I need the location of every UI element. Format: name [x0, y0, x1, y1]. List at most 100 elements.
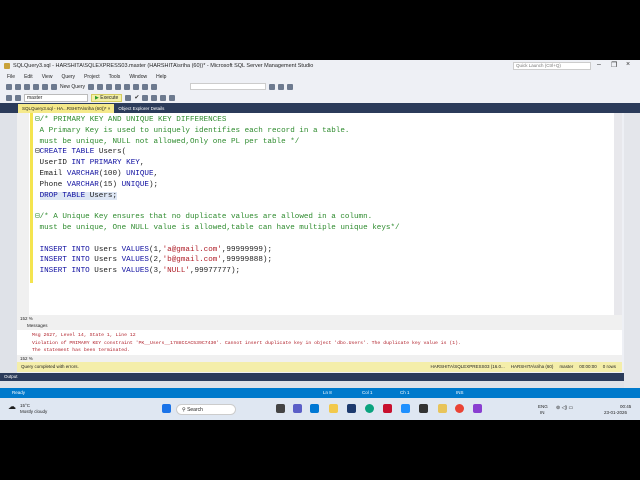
- sql-editor-toolbar: master ▶ Execute ✔: [0, 92, 640, 103]
- menu-file[interactable]: File: [7, 74, 15, 80]
- app-icon[interactable]: [473, 404, 482, 413]
- windows-taskbar: ☁ 15°C Mostly cloudy ⚲ Search ENG IN ⊚ ◁…: [0, 398, 640, 420]
- query-icon[interactable]: [106, 83, 113, 90]
- output-panel: Output: [0, 373, 624, 388]
- mcafee-icon[interactable]: [383, 404, 392, 413]
- parse-check-icon[interactable]: ✔: [134, 94, 139, 101]
- copy-icon[interactable]: [124, 83, 131, 90]
- lang-region[interactable]: IN: [540, 410, 545, 415]
- comment-icon[interactable]: [160, 94, 167, 101]
- cut-icon[interactable]: [115, 83, 122, 90]
- editor-gutter: [17, 113, 29, 315]
- ssms-taskbar-icon[interactable]: [438, 404, 447, 413]
- filter-icon[interactable]: [15, 94, 21, 101]
- query-icon[interactable]: [88, 83, 95, 90]
- right-side-panel: [624, 113, 640, 395]
- window-title: SQLQuery3.sql - HARSHITA\SQLEXPRESS03.ma…: [13, 63, 314, 69]
- tab-sqlquery3[interactable]: SQLQuery3.sql - HA...RSHITA\sriha (60))*…: [18, 104, 115, 113]
- stop-icon[interactable]: [125, 94, 132, 101]
- results-text-icon[interactable]: [151, 94, 158, 101]
- editor-zoom-select[interactable]: 152 %: [20, 316, 33, 321]
- menu-bar: File Edit View Query Project Tools Windo…: [0, 72, 166, 81]
- indent-icon[interactable]: [169, 94, 176, 101]
- menu-project[interactable]: Project: [84, 74, 100, 80]
- document-tabs: SQLQuery3.sql - HA...RSHITA\sriha (60))*…: [0, 103, 640, 113]
- back-icon[interactable]: [6, 83, 12, 90]
- teams-icon[interactable]: [293, 404, 302, 413]
- edge-icon[interactable]: [365, 404, 374, 413]
- status-line: Ln 8: [323, 390, 332, 395]
- clock-time[interactable]: 00:45: [620, 404, 631, 409]
- minimize-icon[interactable]: –: [597, 61, 601, 68]
- restore-icon[interactable]: ❐: [611, 61, 617, 69]
- toolbox-icon[interactable]: [287, 83, 294, 90]
- close-tab-icon[interactable]: ×: [108, 106, 111, 111]
- clock-date[interactable]: 23-01-2026: [604, 410, 627, 415]
- editor-vertical-scrollbar[interactable]: [614, 113, 622, 315]
- object-explorer-collapsed[interactable]: [0, 113, 17, 395]
- change-indicator: [30, 113, 33, 283]
- store-icon[interactable]: [347, 404, 356, 413]
- app-icon[interactable]: [419, 404, 428, 413]
- properties-icon[interactable]: [269, 83, 276, 90]
- editor-zoom-bar: 152 %: [17, 315, 622, 322]
- weather-icon: ☁: [8, 402, 16, 411]
- message-line: The statement has been terminated.: [32, 348, 130, 353]
- server-name: HARSHITA\SQLEXPRESS03 (16.0...: [430, 364, 505, 369]
- wifi-volume-battery-icon[interactable]: ⊚ ◁) ▭: [556, 405, 573, 411]
- new-query-button[interactable]: New Query: [60, 84, 85, 90]
- menu-edit[interactable]: Edit: [24, 74, 33, 80]
- wrench-icon[interactable]: [278, 83, 285, 90]
- database-select[interactable]: master: [24, 93, 88, 102]
- status-ins: INS: [456, 390, 464, 395]
- find-combo[interactable]: [190, 83, 267, 90]
- menu-view[interactable]: View: [42, 74, 53, 80]
- status-col: Col 1: [362, 390, 373, 395]
- save-icon[interactable]: [42, 83, 48, 90]
- vscode-icon[interactable]: [310, 404, 319, 413]
- query-icon[interactable]: [97, 83, 104, 90]
- chrome-icon[interactable]: [455, 404, 464, 413]
- new-project-icon[interactable]: [24, 83, 30, 90]
- save-all-icon[interactable]: [51, 83, 57, 90]
- open-icon[interactable]: [33, 83, 39, 90]
- messages-pane: Msg 2627, Level 14, State 1, Line 12 Vio…: [17, 330, 622, 355]
- menu-query[interactable]: Query: [61, 74, 75, 80]
- start-icon[interactable]: [162, 404, 171, 413]
- output-header[interactable]: Output: [0, 373, 624, 381]
- close-icon[interactable]: ×: [626, 61, 630, 68]
- query-status-message: Query completed with errors.: [21, 364, 79, 369]
- menu-help[interactable]: Help: [156, 74, 166, 80]
- app-icon[interactable]: [401, 404, 410, 413]
- query-editor[interactable]: ⊟/* PRIMARY KEY AND UNIQUE KEY DIFFERENC…: [17, 113, 614, 315]
- connect-icon[interactable]: [6, 94, 12, 101]
- status-bar: Ready Ln 8 Col 1 Ch 1 INS: [0, 388, 640, 398]
- query-status-bar: Query completed with errors. HARSHITA\SQ…: [17, 362, 622, 372]
- messages-zoom-select[interactable]: 152 %: [20, 356, 33, 361]
- execute-button[interactable]: ▶ Execute: [91, 93, 123, 102]
- results-grid-icon[interactable]: [142, 94, 149, 101]
- file-explorer-icon[interactable]: [329, 404, 338, 413]
- forward-icon[interactable]: [15, 83, 21, 90]
- weather-desc[interactable]: Mostly cloudy: [20, 409, 47, 414]
- redo-icon[interactable]: [151, 83, 158, 90]
- tab-object-explorer-details[interactable]: Object Explorer Details: [114, 104, 168, 113]
- weather-temp: 15°C: [20, 403, 31, 408]
- db-name: master: [559, 364, 574, 369]
- messages-tab[interactable]: Messages: [17, 322, 622, 330]
- quick-launch-input[interactable]: Quick Launch (Ctrl+Q): [513, 62, 591, 70]
- paste-icon[interactable]: [133, 83, 140, 90]
- message-line: Msg 2627, Level 14, State 1, Line 12: [32, 333, 136, 338]
- menu-window[interactable]: Window: [129, 74, 147, 80]
- task-view-icon[interactable]: [276, 404, 285, 413]
- ssms-logo-icon: [4, 63, 10, 69]
- menu-tools[interactable]: Tools: [109, 74, 121, 80]
- message-line: Violation of PRIMARY KEY constraint 'PK_…: [32, 340, 461, 346]
- lang-code[interactable]: ENG: [538, 404, 548, 409]
- user-name: HARSHITA\sriha (60): [510, 364, 554, 369]
- undo-icon[interactable]: [142, 83, 149, 90]
- sql-code[interactable]: ⊟/* PRIMARY KEY AND UNIQUE KEY DIFFERENC…: [35, 115, 400, 277]
- status-ch: Ch 1: [400, 390, 410, 395]
- taskbar-search[interactable]: ⚲ Search: [176, 404, 236, 415]
- row-count: 0 rows: [602, 364, 616, 369]
